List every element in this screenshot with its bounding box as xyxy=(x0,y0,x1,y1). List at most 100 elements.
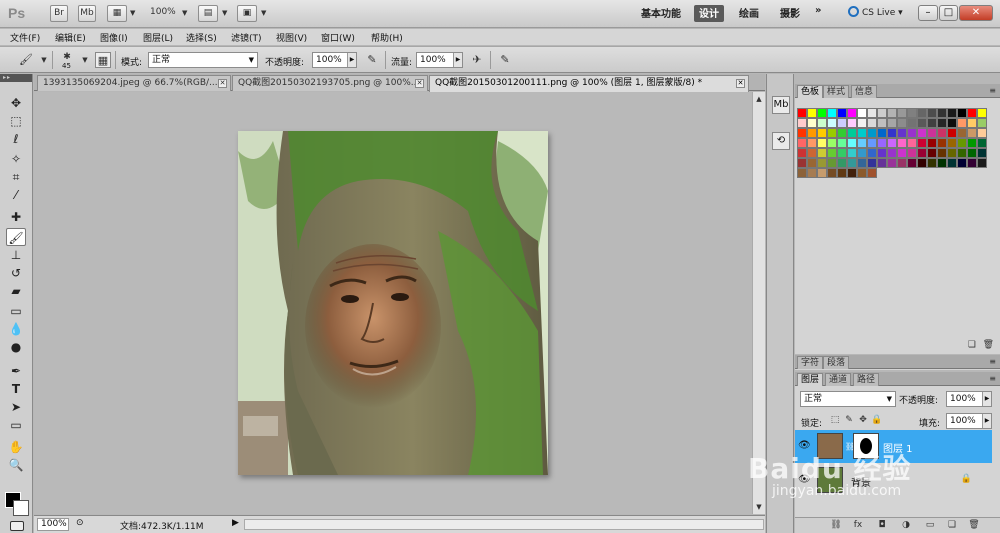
menu-image[interactable]: 图像(I) xyxy=(100,31,128,44)
tab-paragraph[interactable]: 段落 xyxy=(823,356,850,369)
pen-tool-icon[interactable]: ✒ xyxy=(6,362,26,380)
chevron-down-icon[interactable]: ▼ xyxy=(130,9,135,17)
color-swatch[interactable] xyxy=(817,108,827,118)
color-swatch[interactable] xyxy=(887,148,897,158)
color-swatch[interactable] xyxy=(907,118,917,128)
quick-selection-tool-icon[interactable]: ✧ xyxy=(6,150,26,168)
tab-document-1[interactable]: 1393135069204.jpeg @ 66.7%(RGB/... ✕ xyxy=(37,75,231,91)
color-swatch[interactable] xyxy=(837,108,847,118)
scroll-down-icon[interactable]: ▼ xyxy=(754,502,764,512)
fill-input[interactable]: 100% ▶ xyxy=(946,413,992,429)
layer-name[interactable]: 图层 1 xyxy=(883,440,913,455)
layer-style-icon[interactable]: fx xyxy=(851,520,865,532)
tablet-pressure-size-icon[interactable]: ✎ xyxy=(497,52,513,68)
history-panel-icon[interactable]: ⟲ xyxy=(772,132,790,150)
layer-row-layer-1[interactable]: 👁 ⛓ 图层 1 xyxy=(795,430,992,463)
color-swatch[interactable] xyxy=(837,138,847,148)
color-swatch[interactable] xyxy=(797,118,807,128)
layer-mask-thumbnail[interactable] xyxy=(853,433,879,459)
color-swatch[interactable] xyxy=(827,138,837,148)
color-swatch[interactable] xyxy=(947,148,957,158)
color-swatch[interactable] xyxy=(857,138,867,148)
close-icon[interactable]: ✕ xyxy=(415,79,424,88)
color-swatch[interactable] xyxy=(937,108,947,118)
hand-tool-icon[interactable]: ✋ xyxy=(6,438,26,456)
color-swatch[interactable] xyxy=(917,118,927,128)
color-swatch[interactable] xyxy=(847,118,857,128)
visibility-eye-icon[interactable]: 👁 xyxy=(798,474,811,486)
workspace-essentials[interactable]: 基本功能 xyxy=(636,5,686,22)
color-swatch[interactable] xyxy=(797,158,807,168)
color-swatch[interactable] xyxy=(817,168,827,178)
menu-filter[interactable]: 滤镜(T) xyxy=(231,31,262,44)
color-swatch[interactable] xyxy=(817,138,827,148)
blend-mode-select[interactable]: 正常 ▼ xyxy=(800,391,896,407)
link-layers-icon[interactable]: ⛓ xyxy=(829,520,843,532)
color-swatch[interactable] xyxy=(967,128,977,138)
menu-layer[interactable]: 图层(L) xyxy=(143,31,173,44)
color-swatch[interactable] xyxy=(797,138,807,148)
layer-thumbnail[interactable] xyxy=(817,433,843,459)
color-swatch[interactable] xyxy=(947,118,957,128)
layer-row-background[interactable]: 👁 背景 🔒 xyxy=(795,464,992,497)
chevron-down-icon[interactable]: ▼ xyxy=(222,9,227,17)
tab-paths[interactable]: 路径 xyxy=(853,373,880,386)
opacity-input[interactable]: 100% ▶ xyxy=(312,52,357,68)
arrange-documents-icon[interactable]: ▤ xyxy=(198,5,218,22)
color-swatch[interactable] xyxy=(897,148,907,158)
layer-name[interactable]: 背景 xyxy=(851,474,871,489)
tab-info[interactable]: 信息 xyxy=(851,85,878,98)
close-button[interactable]: ✕ xyxy=(959,5,993,21)
minimize-button[interactable]: – xyxy=(918,5,938,21)
lock-all-icon[interactable]: 🔒 xyxy=(869,412,885,428)
horizontal-scrollbar[interactable] xyxy=(244,519,764,530)
color-swatch[interactable] xyxy=(937,118,947,128)
gradient-tool-icon[interactable]: ▭ xyxy=(6,302,26,320)
color-swatch[interactable] xyxy=(917,148,927,158)
color-swatch[interactable] xyxy=(847,148,857,158)
brush-tool-icon[interactable]: 🖌 xyxy=(6,228,26,246)
color-swatch[interactable] xyxy=(857,148,867,158)
delete-swatch-icon[interactable]: 🗑 xyxy=(983,340,994,350)
tools-panel-header[interactable]: ▸▸ xyxy=(0,74,32,82)
color-swatch[interactable] xyxy=(917,158,927,168)
color-swatch[interactable] xyxy=(907,148,917,158)
color-swatch[interactable] xyxy=(897,118,907,128)
color-swatch[interactable] xyxy=(857,168,867,178)
color-swatch[interactable] xyxy=(927,128,937,138)
workspace-design[interactable]: 设计 xyxy=(694,5,724,22)
color-swatch[interactable] xyxy=(867,138,877,148)
color-swatch[interactable] xyxy=(917,138,927,148)
chevron-right-icon[interactable]: ▶ xyxy=(232,518,239,528)
color-swatch[interactable] xyxy=(887,158,897,168)
color-swatch[interactable] xyxy=(937,138,947,148)
color-swatch[interactable] xyxy=(977,128,987,138)
color-swatch[interactable] xyxy=(847,168,857,178)
color-swatch[interactable] xyxy=(957,158,967,168)
workspace-photography[interactable]: 摄影 xyxy=(775,5,805,22)
color-swatch[interactable] xyxy=(927,108,937,118)
marquee-tool-icon[interactable]: ⬚ xyxy=(6,112,26,130)
color-swatch[interactable] xyxy=(947,128,957,138)
tablet-pressure-opacity-icon[interactable]: ✎ xyxy=(364,52,380,68)
panel-menu-icon[interactable]: ≡ xyxy=(989,374,996,383)
color-swatch[interactable] xyxy=(967,108,977,118)
color-swatch[interactable] xyxy=(797,168,807,178)
color-swatch[interactable] xyxy=(837,158,847,168)
color-swatch[interactable] xyxy=(827,128,837,138)
menu-select[interactable]: 选择(S) xyxy=(186,31,217,44)
color-swatch[interactable] xyxy=(927,158,937,168)
color-swatch[interactable] xyxy=(917,128,927,138)
view-extras-icon[interactable]: ▦ xyxy=(107,5,127,22)
color-swatch[interactable] xyxy=(977,108,987,118)
zoom-tool-icon[interactable]: 🔍 xyxy=(6,456,26,474)
color-swatch[interactable] xyxy=(847,108,857,118)
eraser-tool-icon[interactable]: ▰ xyxy=(6,282,26,300)
color-swatch[interactable] xyxy=(977,138,987,148)
color-swatch[interactable] xyxy=(877,128,887,138)
color-swatch[interactable] xyxy=(847,138,857,148)
color-swatch[interactable] xyxy=(957,118,967,128)
workspace-painting[interactable]: 绘画 xyxy=(734,5,764,22)
mini-bridge-button[interactable]: Mb xyxy=(78,5,96,22)
color-swatch[interactable] xyxy=(817,158,827,168)
